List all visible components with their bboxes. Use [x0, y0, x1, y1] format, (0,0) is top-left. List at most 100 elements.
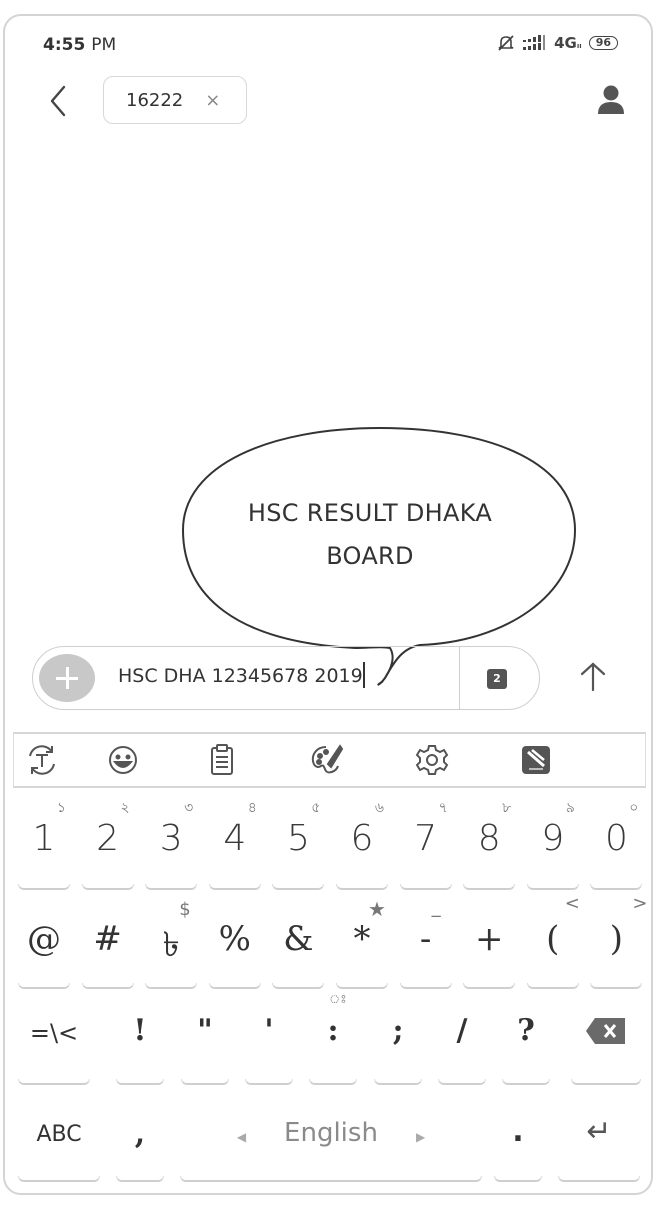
key-1[interactable]: 1১ [14, 798, 74, 890]
key-6[interactable]: 6৬ [332, 798, 392, 890]
key-punct-7[interactable]: ? [498, 993, 554, 1085]
chevron-left-icon [50, 85, 66, 117]
key-punct-2[interactable]: " [177, 993, 233, 1085]
key-punct-0[interactable]: =\< [14, 993, 94, 1085]
annotation-line-1: HSC RESULT DHAKA [247, 499, 493, 527]
key-symbol-5[interactable]: * ★ [332, 897, 392, 989]
emoji-button[interactable] [105, 742, 141, 778]
key-shadow [81, 983, 134, 989]
key-shadow [208, 884, 261, 890]
text-caret [362, 662, 365, 688]
key-9[interactable]: 9৯ [523, 798, 583, 890]
back-button[interactable] [44, 84, 74, 118]
key-4[interactable]: 4৪ [205, 798, 265, 890]
sim-selector-button[interactable]: 2 [487, 669, 507, 689]
key-symbol-1[interactable]: # [78, 897, 138, 989]
key-shadow [494, 1176, 542, 1182]
key-symbol-8[interactable]: (< [523, 893, 583, 989]
key-shadow [272, 983, 325, 989]
key-symbol-9-alt-label: > [632, 893, 648, 914]
key-symbol-7-label: + [474, 919, 504, 959]
key-5-alt-label: ৫ [311, 800, 321, 816]
language-next-icon: ▶ [415, 1130, 426, 1144]
network-type: 4Gıı [554, 34, 582, 52]
key-symbol-0[interactable]: @ [14, 897, 74, 989]
clipboard-icon [211, 744, 233, 775]
annotation-text: HSC RESULT DHAKA BOARD [210, 492, 530, 578]
key-shadow [374, 1079, 422, 1085]
key-symbol-2[interactable]: ৳ $ [141, 897, 201, 989]
key-0[interactable]: 0০ [586, 798, 646, 890]
key-shadow [526, 884, 579, 890]
key-shadow [309, 1079, 357, 1085]
enter-key[interactable]: ↵ [554, 1090, 644, 1182]
key-shadow [571, 1079, 641, 1085]
battery-indicator: 96 [588, 36, 618, 50]
contact-button[interactable] [596, 84, 626, 116]
key-shadow [463, 884, 516, 890]
key-2[interactable]: 2২ [78, 798, 138, 890]
key-0-alt-label: ০ [629, 800, 639, 816]
recipient-chip[interactable]: 16222 × [103, 76, 247, 124]
key-punct-6[interactable]: / [434, 993, 490, 1085]
key-symbol-9[interactable]: ) > [586, 893, 647, 989]
transliterate-icon [29, 745, 55, 775]
add-attachment-button[interactable] [39, 654, 95, 702]
key-symbol-3[interactable]: % [205, 897, 265, 989]
key-symbol-2-label: ৳ [162, 925, 180, 965]
key-shadow [438, 1079, 486, 1085]
key-1-label: 1 [32, 818, 56, 859]
transliterate-button[interactable] [24, 742, 60, 778]
key-shadow [399, 983, 452, 989]
abc-mode-key[interactable]: ABC [14, 1090, 104, 1182]
key-shadow [272, 884, 325, 890]
clipboard-button[interactable] [204, 742, 240, 778]
key-symbol-6[interactable]: - _ [396, 897, 456, 989]
mute-bell-icon [498, 35, 514, 51]
key-3-alt-label: ৩ [184, 800, 194, 816]
key-shadow [81, 884, 134, 890]
key-punct-5[interactable]: ; [370, 993, 426, 1085]
key-shadow [558, 1176, 640, 1182]
key-8[interactable]: 8৮ [459, 798, 519, 890]
backspace-key[interactable] [567, 993, 645, 1085]
recipient-number: 16222 [126, 89, 184, 111]
theme-palette-icon [311, 744, 344, 774]
key-1-alt-label: ১ [56, 800, 66, 816]
comma-key-label: , [134, 1116, 146, 1151]
enter-icon: ↵ [586, 1114, 612, 1149]
key-7[interactable]: 7৭ [396, 798, 456, 890]
message-input[interactable]: HSC DHA 12345678 2019 [118, 662, 365, 688]
key-5[interactable]: 5৫ [268, 798, 328, 890]
key-symbol-8-label: ( [546, 919, 560, 959]
theme-button[interactable] [308, 742, 344, 778]
key-symbol-2-alt-label: $ [179, 899, 191, 920]
key-shadow [336, 884, 388, 890]
key-3[interactable]: 3৩ [141, 798, 201, 890]
key-shadow [208, 983, 261, 989]
composer-divider [459, 647, 460, 710]
key-shadow [399, 884, 452, 890]
period-key[interactable]: . [490, 1090, 546, 1182]
key-punct-4[interactable]: :ঃ [305, 992, 361, 1085]
key-symbol-4-label: & [283, 919, 314, 959]
key-shadow [18, 884, 70, 890]
key-shadow [590, 884, 643, 890]
app-store-button[interactable] [518, 742, 554, 778]
key-punct-3[interactable]: ' [241, 993, 297, 1085]
key-symbol-8-alt-label: < [564, 893, 580, 914]
space-key[interactable]: ◀ English ▶ [176, 1090, 486, 1182]
send-button[interactable] [578, 660, 608, 694]
language-prev-icon: ◀ [236, 1130, 247, 1144]
remove-recipient-icon[interactable]: × [205, 90, 220, 111]
key-punct-3-label: ' [264, 1013, 274, 1048]
key-symbol-4[interactable]: & [268, 897, 328, 989]
key-3-label: 3 [159, 818, 183, 859]
settings-button[interactable] [414, 742, 450, 778]
key-symbol-7[interactable]: + [459, 897, 519, 989]
key-shadow [116, 1176, 164, 1182]
key-4-label: 4 [223, 818, 247, 859]
key-punct-1[interactable]: ! [112, 993, 168, 1085]
comma-key[interactable]: , [112, 1090, 168, 1182]
settings-icon [415, 745, 449, 775]
